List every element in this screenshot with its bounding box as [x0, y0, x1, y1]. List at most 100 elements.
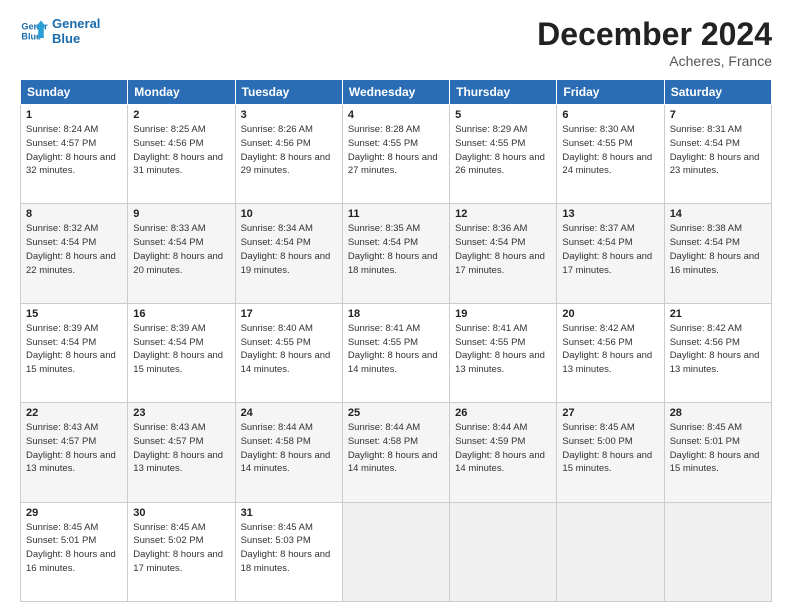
day-info: Sunrise: 8:43 AM Sunset: 4:57 PM Dayligh…	[26, 421, 122, 476]
day-cell	[342, 502, 449, 601]
day-info: Sunrise: 8:39 AM Sunset: 4:54 PM Dayligh…	[26, 322, 122, 377]
day-cell: 6 Sunrise: 8:30 AM Sunset: 4:55 PM Dayli…	[557, 105, 664, 204]
day-number: 5	[455, 109, 551, 121]
sunrise-label: Sunrise: 8:33 AM	[133, 223, 205, 234]
daylight-label: Daylight: 8 hours and 19 minutes.	[241, 251, 331, 276]
day-number: 10	[241, 208, 337, 220]
day-number: 15	[26, 308, 122, 320]
daylight-label: Daylight: 8 hours and 15 minutes.	[562, 450, 652, 475]
sunrise-label: Sunrise: 8:30 AM	[562, 124, 634, 135]
day-info: Sunrise: 8:41 AM Sunset: 4:55 PM Dayligh…	[348, 322, 444, 377]
day-cell: 15 Sunrise: 8:39 AM Sunset: 4:54 PM Dayl…	[21, 303, 128, 402]
sunrise-label: Sunrise: 8:44 AM	[455, 422, 527, 433]
col-header-wednesday: Wednesday	[342, 80, 449, 105]
sunrise-label: Sunrise: 8:38 AM	[670, 223, 742, 234]
day-cell: 13 Sunrise: 8:37 AM Sunset: 4:54 PM Dayl…	[557, 204, 664, 303]
sunset-label: Sunset: 4:55 PM	[348, 138, 418, 149]
daylight-label: Daylight: 8 hours and 13 minutes.	[455, 350, 545, 375]
day-cell: 8 Sunrise: 8:32 AM Sunset: 4:54 PM Dayli…	[21, 204, 128, 303]
sunset-label: Sunset: 4:54 PM	[133, 237, 203, 248]
day-number: 29	[26, 507, 122, 519]
sunset-label: Sunset: 4:57 PM	[26, 436, 96, 447]
day-info: Sunrise: 8:31 AM Sunset: 4:54 PM Dayligh…	[670, 123, 766, 178]
day-number: 21	[670, 308, 766, 320]
day-info: Sunrise: 8:32 AM Sunset: 4:54 PM Dayligh…	[26, 222, 122, 277]
day-cell: 26 Sunrise: 8:44 AM Sunset: 4:59 PM Dayl…	[450, 403, 557, 502]
day-info: Sunrise: 8:42 AM Sunset: 4:56 PM Dayligh…	[562, 322, 658, 377]
day-number: 7	[670, 109, 766, 121]
day-cell: 4 Sunrise: 8:28 AM Sunset: 4:55 PM Dayli…	[342, 105, 449, 204]
daylight-label: Daylight: 8 hours and 17 minutes.	[455, 251, 545, 276]
day-cell: 27 Sunrise: 8:45 AM Sunset: 5:00 PM Dayl…	[557, 403, 664, 502]
day-cell: 9 Sunrise: 8:33 AM Sunset: 4:54 PM Dayli…	[128, 204, 235, 303]
day-info: Sunrise: 8:36 AM Sunset: 4:54 PM Dayligh…	[455, 222, 551, 277]
day-info: Sunrise: 8:41 AM Sunset: 4:55 PM Dayligh…	[455, 322, 551, 377]
day-info: Sunrise: 8:38 AM Sunset: 4:54 PM Dayligh…	[670, 222, 766, 277]
day-number: 25	[348, 407, 444, 419]
sunset-label: Sunset: 4:54 PM	[670, 138, 740, 149]
day-number: 16	[133, 308, 229, 320]
sunrise-label: Sunrise: 8:39 AM	[26, 323, 98, 334]
daylight-label: Daylight: 8 hours and 26 minutes.	[455, 152, 545, 177]
sunrise-label: Sunrise: 8:36 AM	[455, 223, 527, 234]
sunset-label: Sunset: 4:55 PM	[348, 337, 418, 348]
daylight-label: Daylight: 8 hours and 18 minutes.	[348, 251, 438, 276]
day-number: 18	[348, 308, 444, 320]
sunrise-label: Sunrise: 8:45 AM	[562, 422, 634, 433]
day-number: 31	[241, 507, 337, 519]
header: General Blue General Blue December 2024 …	[20, 16, 772, 69]
daylight-label: Daylight: 8 hours and 13 minutes.	[26, 450, 116, 475]
day-info: Sunrise: 8:33 AM Sunset: 4:54 PM Dayligh…	[133, 222, 229, 277]
day-number: 23	[133, 407, 229, 419]
sunset-label: Sunset: 4:55 PM	[455, 138, 525, 149]
sunrise-label: Sunrise: 8:26 AM	[241, 124, 313, 135]
sunrise-label: Sunrise: 8:45 AM	[670, 422, 742, 433]
sunrise-label: Sunrise: 8:41 AM	[455, 323, 527, 334]
day-cell: 29 Sunrise: 8:45 AM Sunset: 5:01 PM Dayl…	[21, 502, 128, 601]
sunrise-label: Sunrise: 8:43 AM	[26, 422, 98, 433]
week-row-2: 8 Sunrise: 8:32 AM Sunset: 4:54 PM Dayli…	[21, 204, 772, 303]
day-number: 27	[562, 407, 658, 419]
sunset-label: Sunset: 4:59 PM	[455, 436, 525, 447]
day-cell: 11 Sunrise: 8:35 AM Sunset: 4:54 PM Dayl…	[342, 204, 449, 303]
daylight-label: Daylight: 8 hours and 16 minutes.	[26, 549, 116, 574]
logo: General Blue General Blue	[20, 16, 100, 46]
col-header-monday: Monday	[128, 80, 235, 105]
sunset-label: Sunset: 4:58 PM	[348, 436, 418, 447]
page: General Blue General Blue December 2024 …	[0, 0, 792, 612]
daylight-label: Daylight: 8 hours and 17 minutes.	[562, 251, 652, 276]
day-cell: 22 Sunrise: 8:43 AM Sunset: 4:57 PM Dayl…	[21, 403, 128, 502]
calendar-table: SundayMondayTuesdayWednesdayThursdayFrid…	[20, 79, 772, 602]
daylight-label: Daylight: 8 hours and 18 minutes.	[241, 549, 331, 574]
day-cell: 31 Sunrise: 8:45 AM Sunset: 5:03 PM Dayl…	[235, 502, 342, 601]
sunrise-label: Sunrise: 8:43 AM	[133, 422, 205, 433]
daylight-label: Daylight: 8 hours and 27 minutes.	[348, 152, 438, 177]
sunset-label: Sunset: 5:03 PM	[241, 535, 311, 546]
sunset-label: Sunset: 4:55 PM	[241, 337, 311, 348]
daylight-label: Daylight: 8 hours and 13 minutes.	[562, 350, 652, 375]
day-info: Sunrise: 8:37 AM Sunset: 4:54 PM Dayligh…	[562, 222, 658, 277]
sunset-label: Sunset: 4:56 PM	[241, 138, 311, 149]
daylight-label: Daylight: 8 hours and 16 minutes.	[670, 251, 760, 276]
day-info: Sunrise: 8:26 AM Sunset: 4:56 PM Dayligh…	[241, 123, 337, 178]
col-header-saturday: Saturday	[664, 80, 771, 105]
day-info: Sunrise: 8:45 AM Sunset: 5:02 PM Dayligh…	[133, 521, 229, 576]
day-number: 24	[241, 407, 337, 419]
day-cell: 5 Sunrise: 8:29 AM Sunset: 4:55 PM Dayli…	[450, 105, 557, 204]
daylight-label: Daylight: 8 hours and 20 minutes.	[133, 251, 223, 276]
sunset-label: Sunset: 4:55 PM	[455, 337, 525, 348]
sunrise-label: Sunrise: 8:44 AM	[348, 422, 420, 433]
daylight-label: Daylight: 8 hours and 29 minutes.	[241, 152, 331, 177]
day-info: Sunrise: 8:40 AM Sunset: 4:55 PM Dayligh…	[241, 322, 337, 377]
day-cell: 17 Sunrise: 8:40 AM Sunset: 4:55 PM Dayl…	[235, 303, 342, 402]
location: Acheres, France	[537, 53, 772, 69]
sunrise-label: Sunrise: 8:31 AM	[670, 124, 742, 135]
day-info: Sunrise: 8:45 AM Sunset: 5:01 PM Dayligh…	[670, 421, 766, 476]
sunrise-label: Sunrise: 8:35 AM	[348, 223, 420, 234]
sunrise-label: Sunrise: 8:24 AM	[26, 124, 98, 135]
sunset-label: Sunset: 4:54 PM	[26, 237, 96, 248]
day-number: 6	[562, 109, 658, 121]
day-number: 13	[562, 208, 658, 220]
day-cell: 28 Sunrise: 8:45 AM Sunset: 5:01 PM Dayl…	[664, 403, 771, 502]
logo-text-block: General Blue	[52, 16, 100, 46]
